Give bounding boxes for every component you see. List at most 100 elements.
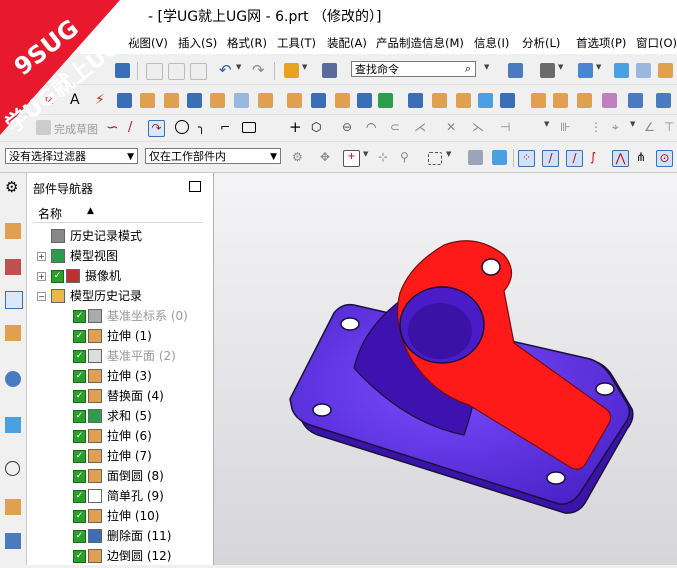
menu-item[interactable]: 插入(S) (178, 35, 217, 51)
reuse-library-icon[interactable] (5, 325, 21, 341)
tree-row[interactable]: ✓ 基准坐标系 (0) (37, 306, 207, 326)
arc-center-snap-icon[interactable]: ⋀ (612, 150, 629, 167)
visibility-checkbox[interactable]: ✓ (73, 390, 86, 403)
analysis-icon[interactable] (656, 93, 671, 108)
tree-row[interactable]: ✓ 简单孔 (9) (37, 486, 207, 506)
wireframe-icon[interactable] (636, 63, 651, 78)
point-icon[interactable]: + (289, 120, 304, 135)
roles-icon[interactable] (5, 533, 21, 549)
intersect-icon[interactable] (357, 93, 372, 108)
visibility-checkbox[interactable]: ✓ (73, 350, 86, 363)
menu-item[interactable]: 格式(R) (227, 35, 267, 51)
tree-row[interactable]: ✓ 拉伸 (7) (37, 446, 207, 466)
menu-item[interactable]: 信息(I) (474, 35, 509, 51)
tree-row[interactable]: ✓ 求和 (5) (37, 406, 207, 426)
visibility-checkbox[interactable]: ✓ (73, 490, 86, 503)
system-materials-icon[interactable] (5, 499, 21, 515)
trim-body-icon[interactable] (378, 93, 393, 108)
selection-intent-icon[interactable]: ⊹ (378, 150, 393, 165)
visibility-checkbox[interactable]: ✓ (73, 430, 86, 443)
layout-icon[interactable] (508, 63, 523, 78)
visibility-checkbox[interactable]: ✓ (73, 370, 86, 383)
shell-icon[interactable] (234, 93, 249, 108)
radius-icon[interactable]: ⊤ (664, 120, 677, 135)
unite-feature-icon[interactable] (311, 93, 326, 108)
rectangle-select-icon[interactable] (428, 152, 442, 165)
visibility-checkbox[interactable]: ✓ (73, 530, 86, 543)
boss-icon[interactable] (210, 93, 225, 108)
visibility-checkbox[interactable]: ✓ (73, 550, 86, 563)
finder-dropdown-icon[interactable]: ▼ (484, 63, 489, 71)
corner-icon[interactable]: ⋋ (472, 120, 487, 135)
visibility-checkbox[interactable]: ✓ (73, 450, 86, 463)
offset-face-icon[interactable] (408, 93, 423, 108)
mounting-hole[interactable] (340, 317, 360, 331)
tree-row[interactable]: ✓ 删除面 (11) (37, 526, 207, 546)
snap-point-icon[interactable]: + (343, 150, 360, 167)
visibility-checkbox[interactable]: ✓ (73, 510, 86, 523)
search-icon[interactable]: ⌕ (465, 61, 471, 77)
tree-row[interactable]: ✓ 拉伸 (6) (37, 426, 207, 446)
constraint-navigator-icon[interactable] (5, 259, 21, 275)
angle-icon[interactable]: ∠ (644, 120, 659, 135)
move-face-icon[interactable] (500, 93, 515, 108)
tree-row[interactable]: ✓ 拉伸 (1) (37, 326, 207, 346)
tools-icon[interactable] (284, 63, 299, 78)
mounting-hole[interactable] (546, 471, 566, 485)
offset-curve-icon[interactable]: ⊂ (390, 120, 405, 135)
undo-icon[interactable]: ↶ (219, 63, 234, 78)
selection-icon[interactable] (322, 63, 337, 78)
pattern-icon[interactable]: ⋮ (590, 120, 605, 135)
redo-icon[interactable]: ↷ (252, 63, 267, 78)
view-dropdown-icon[interactable]: ▼ (596, 63, 601, 71)
visibility-checkbox[interactable]: ✓ (73, 470, 86, 483)
blend-icon[interactable] (258, 93, 273, 108)
endpoint-snap-icon[interactable]: ⁘ (518, 150, 535, 167)
arm-hole[interactable] (481, 258, 501, 276)
render-dropdown-icon[interactable]: ▼ (558, 63, 563, 71)
ellipse-icon[interactable]: ⊖ (342, 120, 357, 135)
name-column-header[interactable]: 名称 ▲ (33, 203, 203, 223)
revolve-icon[interactable] (164, 93, 179, 108)
tree-row[interactable]: − 模型历史记录 (37, 286, 207, 306)
graphics-window[interactable] (214, 173, 677, 565)
collapse-icon[interactable]: − (37, 292, 46, 301)
model-view[interactable] (214, 173, 677, 565)
draft-icon[interactable] (432, 93, 447, 108)
tree-row[interactable]: ✓ 拉伸 (3) (37, 366, 207, 386)
visibility-checkbox[interactable]: ✓ (73, 410, 86, 423)
conic-icon[interactable]: ◠ (366, 120, 381, 135)
maximize-icon[interactable] (189, 181, 201, 192)
tree-row[interactable]: + ✓ 摄像机 (37, 266, 207, 286)
tree-row[interactable]: ✓ 面倒圆 (8) (37, 466, 207, 486)
dimension-dropdown-icon[interactable]: ▼ (630, 120, 635, 128)
subtract-icon[interactable] (335, 93, 350, 108)
tree-row[interactable]: ✓ 边倒圆 (12) (37, 546, 207, 566)
quadrant-snap-icon[interactable]: ⋔ (636, 150, 651, 165)
menu-item[interactable]: 首选项(P) (576, 35, 626, 51)
menu-item[interactable]: 工具(T) (277, 35, 316, 51)
polygon-icon[interactable]: ⬡ (311, 120, 326, 135)
resize-icon[interactable] (577, 93, 592, 108)
measure-icon[interactable] (628, 93, 643, 108)
circle-icon[interactable] (175, 120, 189, 134)
chamfer-feature-icon[interactable] (456, 93, 471, 108)
synchronous-icon[interactable] (531, 93, 546, 108)
constraint-icon[interactable]: ⊣ (500, 120, 515, 135)
section-view-icon[interactable] (658, 63, 673, 78)
mirror-feature-icon[interactable] (478, 93, 493, 108)
arc-icon[interactable]: ↷ (148, 120, 165, 137)
undo-dropdown-icon[interactable]: ▼ (236, 63, 241, 71)
menu-item[interactable]: 窗口(O) (636, 35, 677, 51)
web-browser-icon[interactable] (5, 417, 21, 433)
scope-select[interactable]: 仅在工作部件内 ▼ (145, 148, 281, 164)
visibility-checkbox[interactable]: ✓ (73, 310, 86, 323)
menu-item[interactable]: 装配(A) (327, 35, 367, 51)
visibility-checkbox[interactable]: ✓ (51, 270, 64, 283)
face-select-icon[interactable] (492, 150, 507, 165)
mirror-icon[interactable]: ⊪ (560, 120, 575, 135)
snap-dropdown-icon[interactable]: ▼ (363, 150, 368, 158)
tree-row[interactable]: 历史记录模式 (37, 226, 207, 246)
hd3d-tools-icon[interactable] (5, 371, 21, 387)
feature-select-icon[interactable]: ⚲ (400, 150, 415, 165)
